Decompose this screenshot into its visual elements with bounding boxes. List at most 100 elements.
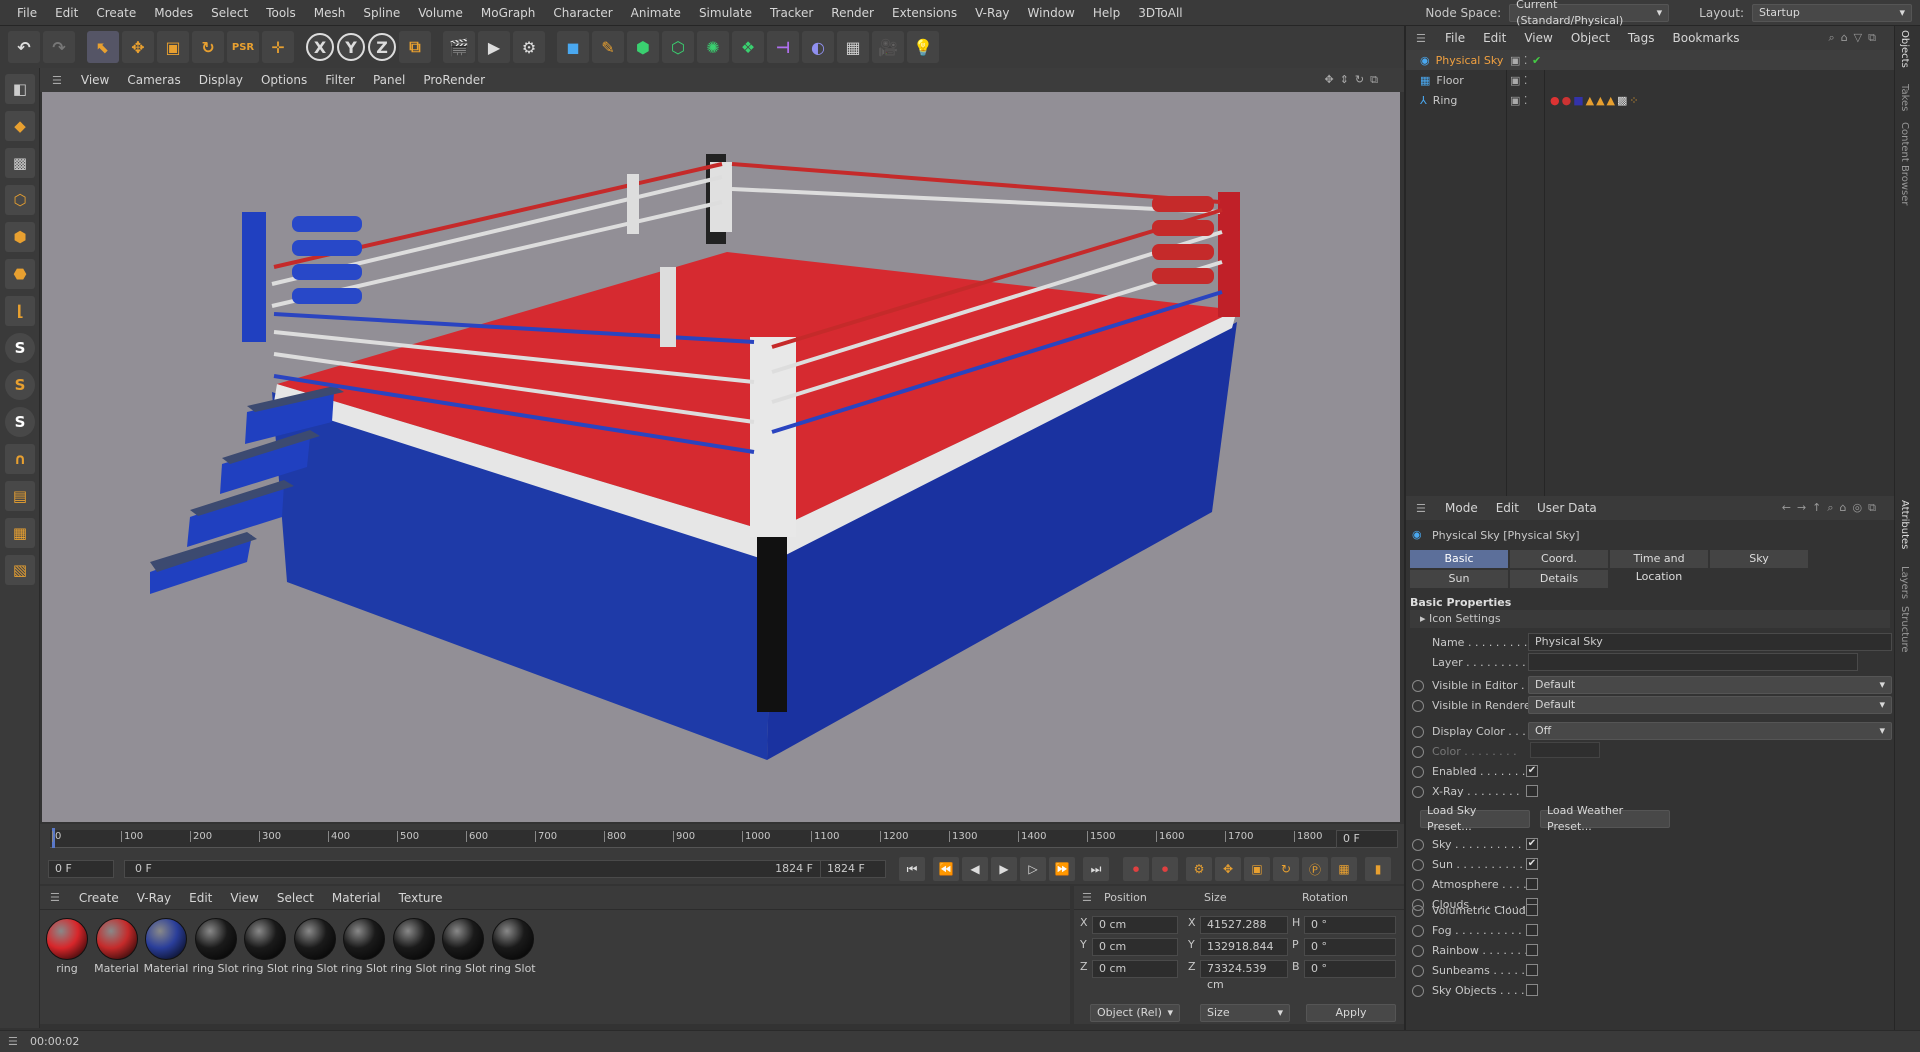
object-row-ring[interactable]: ⅄ Ring ▣ ⁚ ●●■▲▲▲▩⁘	[1406, 90, 1894, 110]
autokey-icon[interactable]: ⏺	[1152, 857, 1178, 881]
menu-simulate[interactable]: Simulate	[690, 6, 761, 20]
menu-spline[interactable]: Spline	[354, 6, 409, 20]
attr-menu-userdata[interactable]: User Data	[1528, 501, 1606, 515]
anim-dot-icon[interactable]	[1412, 945, 1424, 957]
tab-sky[interactable]: Sky	[1710, 550, 1808, 568]
add-tool-icon[interactable]: ✛	[262, 31, 294, 63]
material-swatch[interactable]: ring Slot	[490, 916, 536, 976]
side-tab-content-browser[interactable]: Content Browser	[1899, 122, 1910, 205]
position-field[interactable]: 0 cm	[1092, 916, 1178, 934]
play-icon[interactable]: ▶	[991, 857, 1017, 881]
name-field[interactable]: Physical Sky	[1528, 633, 1892, 651]
component-checkbox[interactable]	[1526, 878, 1538, 890]
enabled-checkbox[interactable]: ✔	[1526, 765, 1538, 777]
nav-arrows-icon[interactable]: ←→↑⌕⌂◎⧉	[1782, 501, 1882, 515]
snap-s2-icon[interactable]: S	[5, 370, 35, 400]
go-to-start-icon[interactable]: ⏮	[899, 857, 925, 881]
anim-dot-icon[interactable]	[1412, 726, 1424, 738]
viewport-menu-view[interactable]: View	[72, 73, 118, 87]
anim-dot-icon[interactable]	[1412, 786, 1424, 798]
display-color-dropdown[interactable]: Off ▾	[1528, 722, 1892, 740]
component-checkbox[interactable]: ✔	[1526, 838, 1538, 850]
visibility-icon[interactable]: ▣ ⁚	[1510, 94, 1527, 107]
grid-icon[interactable]: ▦	[5, 518, 35, 548]
rotation-field[interactable]: 0 °	[1304, 960, 1396, 978]
viewport-menu-filter[interactable]: Filter	[316, 73, 364, 87]
menu-tools[interactable]: Tools	[257, 6, 305, 20]
component-checkbox[interactable]: ✔	[1526, 858, 1538, 870]
snap-s3-icon[interactable]: S	[5, 407, 35, 437]
mat-menu-texture[interactable]: Texture	[390, 891, 452, 905]
menu-edit[interactable]: Edit	[46, 6, 87, 20]
viewport-menu-options[interactable]: Options	[252, 73, 316, 87]
size-field[interactable]: 73324.539 cm	[1200, 960, 1288, 991]
object-name[interactable]: Ring	[1433, 94, 1458, 107]
x-axis-button[interactable]: X	[306, 33, 334, 61]
z-axis-button[interactable]: Z	[368, 33, 396, 61]
obj-menu-view[interactable]: View	[1515, 31, 1561, 45]
anim-dot-icon[interactable]	[1412, 985, 1424, 997]
axis-mode-icon[interactable]: ⌊	[5, 296, 35, 326]
size-field[interactable]: 132918.844 cm	[1200, 938, 1288, 969]
coord-mode-dropdown[interactable]: Object (Rel) ▾	[1090, 1004, 1180, 1022]
anim-dot-icon[interactable]	[1412, 680, 1424, 692]
prev-frame-icon[interactable]: ◀	[962, 857, 988, 881]
component-checkbox[interactable]	[1526, 984, 1538, 996]
menu-3dtoall[interactable]: 3DToAll	[1129, 6, 1191, 20]
material-swatch[interactable]: ring Slot	[242, 916, 288, 976]
layer-field[interactable]	[1528, 653, 1858, 671]
workplane-icon[interactable]: ▤	[5, 481, 35, 511]
menu-help[interactable]: Help	[1084, 6, 1129, 20]
menu-volume[interactable]: Volume	[409, 6, 472, 20]
psr-tool-icon[interactable]: PSR	[227, 31, 259, 63]
search-icon[interactable]: ⌕⌂▽⧉	[1829, 31, 1882, 45]
extrude-icon[interactable]: ⬡	[662, 31, 694, 63]
texture-mode-icon[interactable]: ▩	[5, 148, 35, 178]
object-name[interactable]: Floor	[1436, 74, 1463, 87]
position-field[interactable]: 0 cm	[1092, 938, 1178, 956]
component-checkbox[interactable]	[1526, 964, 1538, 976]
start-frame-field[interactable]: 0 F	[48, 860, 114, 878]
menu-vray[interactable]: V-Ray	[966, 6, 1018, 20]
anim-dot-icon[interactable]	[1412, 766, 1424, 778]
menu-tracker[interactable]: Tracker	[761, 6, 822, 20]
menu-mesh[interactable]: Mesh	[305, 6, 355, 20]
menu-file[interactable]: File	[8, 6, 46, 20]
mograph-icon[interactable]: ❖	[732, 31, 764, 63]
vis-render-dropdown[interactable]: Default ▾	[1528, 696, 1892, 714]
move-tool-icon[interactable]: ✥	[122, 31, 154, 63]
camera-icon[interactable]: 🎥	[872, 31, 904, 63]
anim-dot-icon[interactable]	[1412, 700, 1424, 712]
scale-tool-icon[interactable]: ▣	[157, 31, 189, 63]
prev-key-icon[interactable]: ⏪	[933, 857, 959, 881]
tab-time-location[interactable]: Time and Location	[1610, 550, 1708, 583]
menu-select[interactable]: Select	[202, 6, 257, 20]
rotation-field[interactable]: 0 °	[1304, 938, 1396, 956]
side-tab-attributes[interactable]: Attributes	[1899, 500, 1910, 549]
undo-button[interactable]: ↶	[8, 31, 40, 63]
model-mode-icon[interactable]: ◆	[5, 111, 35, 141]
vis-editor-dropdown[interactable]: Default ▾	[1528, 676, 1892, 694]
current-frame-field[interactable]: 0 F	[1336, 830, 1398, 848]
size-mode-dropdown[interactable]: Size ▾	[1200, 1004, 1290, 1022]
material-swatch[interactable]: Material	[143, 916, 189, 976]
material-swatch[interactable]: ring Slot	[440, 916, 486, 976]
side-tab-objects[interactable]: Objects	[1899, 30, 1910, 68]
menu-extensions[interactable]: Extensions	[883, 6, 966, 20]
mat-menu-select[interactable]: Select	[268, 891, 323, 905]
obj-menu-edit[interactable]: Edit	[1474, 31, 1515, 45]
menu-character[interactable]: Character	[544, 6, 621, 20]
snap-s-icon[interactable]: S	[5, 333, 35, 363]
color-swatch[interactable]	[1530, 742, 1600, 758]
side-tab-structure[interactable]: Structure	[1899, 606, 1910, 653]
cube-icon[interactable]: ◼	[557, 31, 589, 63]
viewport-nav-icons[interactable]: ✥⇕↻⧉	[1324, 73, 1384, 87]
apply-button[interactable]: Apply	[1306, 1004, 1396, 1022]
object-name[interactable]: Physical Sky	[1436, 54, 1504, 67]
points-mode-icon[interactable]: ⬡	[5, 185, 35, 215]
y-axis-button[interactable]: Y	[337, 33, 365, 61]
timeline-window-icon[interactable]: ▮	[1365, 857, 1391, 881]
hamburger-icon[interactable]: ☰	[8, 1035, 18, 1048]
material-swatch[interactable]: ring Slot	[341, 916, 387, 976]
size-field[interactable]: 41527.288 cm	[1200, 916, 1288, 947]
